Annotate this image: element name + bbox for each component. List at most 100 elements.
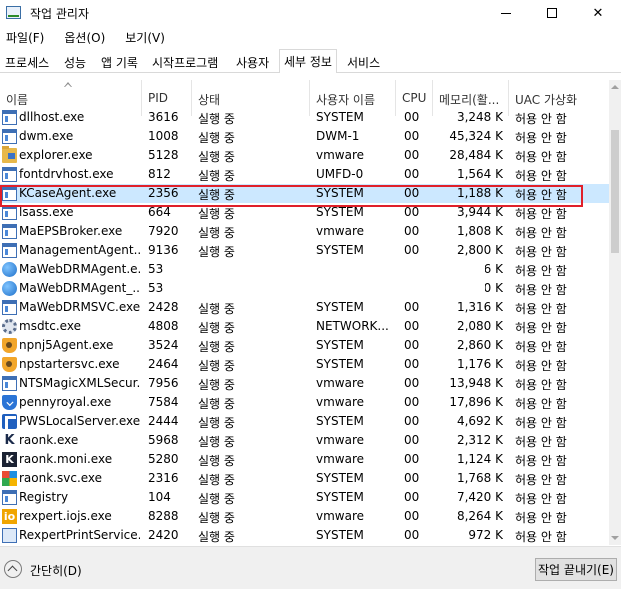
pid-cell: 3616	[148, 110, 179, 124]
user-cell: SYSTEM	[316, 205, 364, 219]
process-win-icon	[2, 167, 17, 182]
column-cpu-label: CPU	[402, 91, 427, 105]
uac-cell: 허용 안 함	[515, 397, 567, 411]
vertical-scrollbar[interactable]	[609, 80, 621, 545]
status-cell: 실행 중	[198, 226, 235, 240]
status-cell: 실행 중	[198, 473, 235, 487]
user-cell: vmware	[316, 395, 365, 409]
table-row[interactable]: Kraonk.moni.exe 5280 실행 중 vmware 00 1,124 K 허용…	[0, 450, 609, 469]
user-cell: vmware	[316, 148, 365, 162]
cpu-cell: 00	[404, 243, 420, 257]
minimize-button[interactable]	[483, 0, 529, 26]
process-name-cell: dwm.exe	[19, 129, 74, 143]
table-row[interactable]: NTSMagicXMLSecur... 7956 실행 중 vmware 00 13,94…	[0, 374, 609, 393]
table-row[interactable]: RexpertPrintService.... 2420 실행 중 SYSTEM 00 9…	[0, 526, 609, 545]
table-row[interactable]: dllhost.exe 3616 실행 중 SYSTEM 00 3,248 K 허용 안 함	[0, 108, 609, 127]
tab-app-history[interactable]: 앱 기록	[96, 51, 143, 72]
uac-cell: 허용 안 함	[515, 321, 567, 335]
cpu-cell: 00	[404, 186, 420, 200]
pid-cell: 5968	[148, 433, 179, 447]
pid-cell: 7920	[148, 224, 179, 238]
process-win-icon	[2, 129, 17, 144]
cpu-cell: 00	[404, 167, 420, 181]
scroll-up-arrow-icon[interactable]	[609, 80, 621, 94]
uac-cell: 허용 안 함	[515, 378, 567, 392]
memory-cell: 2,080 K	[456, 319, 503, 333]
collapse-chevron-icon[interactable]	[4, 560, 22, 578]
table-row[interactable]: dwm.exe 1008 실행 중 DWM-1 00 45,324 K 허용 안 함	[0, 127, 609, 146]
uac-cell: 허용 안 함	[515, 245, 567, 259]
tab-details[interactable]: 세부 정보	[279, 49, 337, 73]
table-row[interactable]: msdtc.exe 4808 실행 중 NETWORK... 00 2,080 K 허용 안…	[0, 317, 609, 336]
pid-cell: 2428	[148, 300, 179, 314]
process-folder-icon	[2, 146, 17, 163]
process-name-cell: lsass.exe	[19, 205, 74, 219]
table-row[interactable]: KCaseAgent.exe 2356 실행 중 SYSTEM 00 1,188 K 허용 …	[0, 184, 609, 203]
status-cell: 실행 중	[198, 397, 235, 411]
table-row[interactable]: Registry 104 실행 중 SYSTEM 00 7,420 K 허용 안 함	[0, 488, 609, 507]
table-row[interactable]: npnj5Agent.exe 3524 실행 중 SYSTEM 00 2,860 K 허용 …	[0, 336, 609, 355]
process-name-cell: MaEPSBroker.exe	[19, 224, 123, 238]
memory-cell: 1,808 K	[456, 224, 503, 238]
menu-file[interactable]: 파일(F)	[2, 29, 48, 46]
tab-performance[interactable]: 성능	[59, 51, 91, 72]
uac-cell: 허용 안 함	[515, 207, 567, 221]
table-row[interactable]: raonk.svc.exe 2316 실행 중 SYSTEM 00 1,768 K 허용 안…	[0, 469, 609, 488]
column-user-label: 사용자 이름	[316, 93, 376, 107]
uac-cell: 허용 안 함	[515, 188, 567, 202]
process-name-cell: npnj5Agent.exe	[19, 338, 114, 352]
process-name-cell: KCaseAgent.exe	[19, 186, 117, 200]
tab-processes[interactable]: 프로세스	[0, 51, 54, 72]
table-row[interactable]: lsass.exe 664 실행 중 SYSTEM 00 3,944 K 허용 안 함	[0, 203, 609, 222]
maximize-button[interactable]	[529, 0, 575, 26]
memory-cell: 28,484 K	[449, 148, 503, 162]
user-cell: UMFD-0	[316, 167, 364, 181]
user-cell: SYSTEM	[316, 528, 364, 542]
table-row[interactable]: explorer.exe 5128 실행 중 vmware 00 28,484 K 허용 안…	[0, 146, 609, 165]
table-row[interactable]: Kraonk.exe 5968 실행 중 vmware 00 2,312 K 허용 안 함	[0, 431, 609, 450]
memory-cell: 972 K	[468, 528, 503, 542]
table-row[interactable]: npstartersvc.exe 2464 실행 중 SYSTEM 00 1,176 K 허…	[0, 355, 609, 374]
table-row[interactable]: PWSLocalServer.exe 2444 실행 중 SYSTEM 00 4,692 …	[0, 412, 609, 431]
table-row[interactable]: io rexpert.iojs.exe 8288 실행 중 vmware 00 8,264 …	[0, 507, 609, 526]
status-cell: 실행 중	[198, 511, 235, 525]
memory-cell: 45,324 K	[449, 129, 503, 143]
process-win-icon	[2, 490, 17, 505]
scroll-down-arrow-icon[interactable]	[609, 531, 621, 545]
minimize-icon	[501, 12, 511, 14]
pid-cell: 5128	[148, 148, 179, 162]
process-name-cell: npstartersvc.exe	[19, 357, 120, 371]
table-row[interactable]: MaEPSBroker.exe 7920 실행 중 vmware 00 1,808 K 허용…	[0, 222, 609, 241]
tab-services[interactable]: 서비스	[342, 51, 385, 72]
process-win-icon	[2, 300, 17, 315]
scroll-thumb[interactable]	[611, 130, 619, 253]
pid-cell: 2464	[148, 357, 179, 371]
menu-view[interactable]: 보기(V)	[121, 29, 169, 46]
table-row[interactable]: fontdrvhost.exe 812 실행 중 UMFD-0 00 1,564 K 허용 …	[0, 165, 609, 184]
uac-cell: 허용 안 함	[515, 112, 567, 126]
process-name-cell: NTSMagicXMLSecur...	[19, 376, 140, 390]
end-task-button[interactable]: 작업 끝내기(E)	[535, 558, 617, 581]
close-button[interactable]: ✕	[575, 0, 621, 26]
table-row[interactable]: ManagementAgent... 9136 실행 중 SYSTEM 00 2,800 …	[0, 241, 609, 260]
tab-users[interactable]: 사용자	[231, 51, 274, 72]
table-row[interactable]: pennyroyal.exe 7584 실행 중 vmware 00 17,896 K 허용…	[0, 393, 609, 412]
cpu-cell: 00	[404, 205, 420, 219]
tab-startup[interactable]: 시작프로그램	[147, 51, 223, 72]
pid-cell: 8288	[148, 509, 179, 523]
memory-cell: 1,176 K	[456, 357, 503, 371]
status-cell: 실행 중	[198, 302, 235, 316]
cpu-cell: 00	[404, 224, 420, 238]
status-cell: 실행 중	[198, 378, 235, 392]
pid-cell: 3524	[148, 338, 179, 352]
status-cell: 실행 중	[198, 207, 235, 221]
overlay-blank	[163, 261, 485, 301]
fewer-details-link[interactable]: 간단히(D)	[30, 562, 82, 579]
memory-cell: 2,860 K	[456, 338, 503, 352]
pid-cell: 7584	[148, 395, 179, 409]
status-cell: 실행 중	[198, 416, 235, 430]
user-cell: SYSTEM	[316, 471, 364, 485]
memory-cell: 2,312 K	[456, 433, 503, 447]
user-cell: SYSTEM	[316, 414, 364, 428]
menu-options[interactable]: 옵션(O)	[60, 29, 109, 46]
